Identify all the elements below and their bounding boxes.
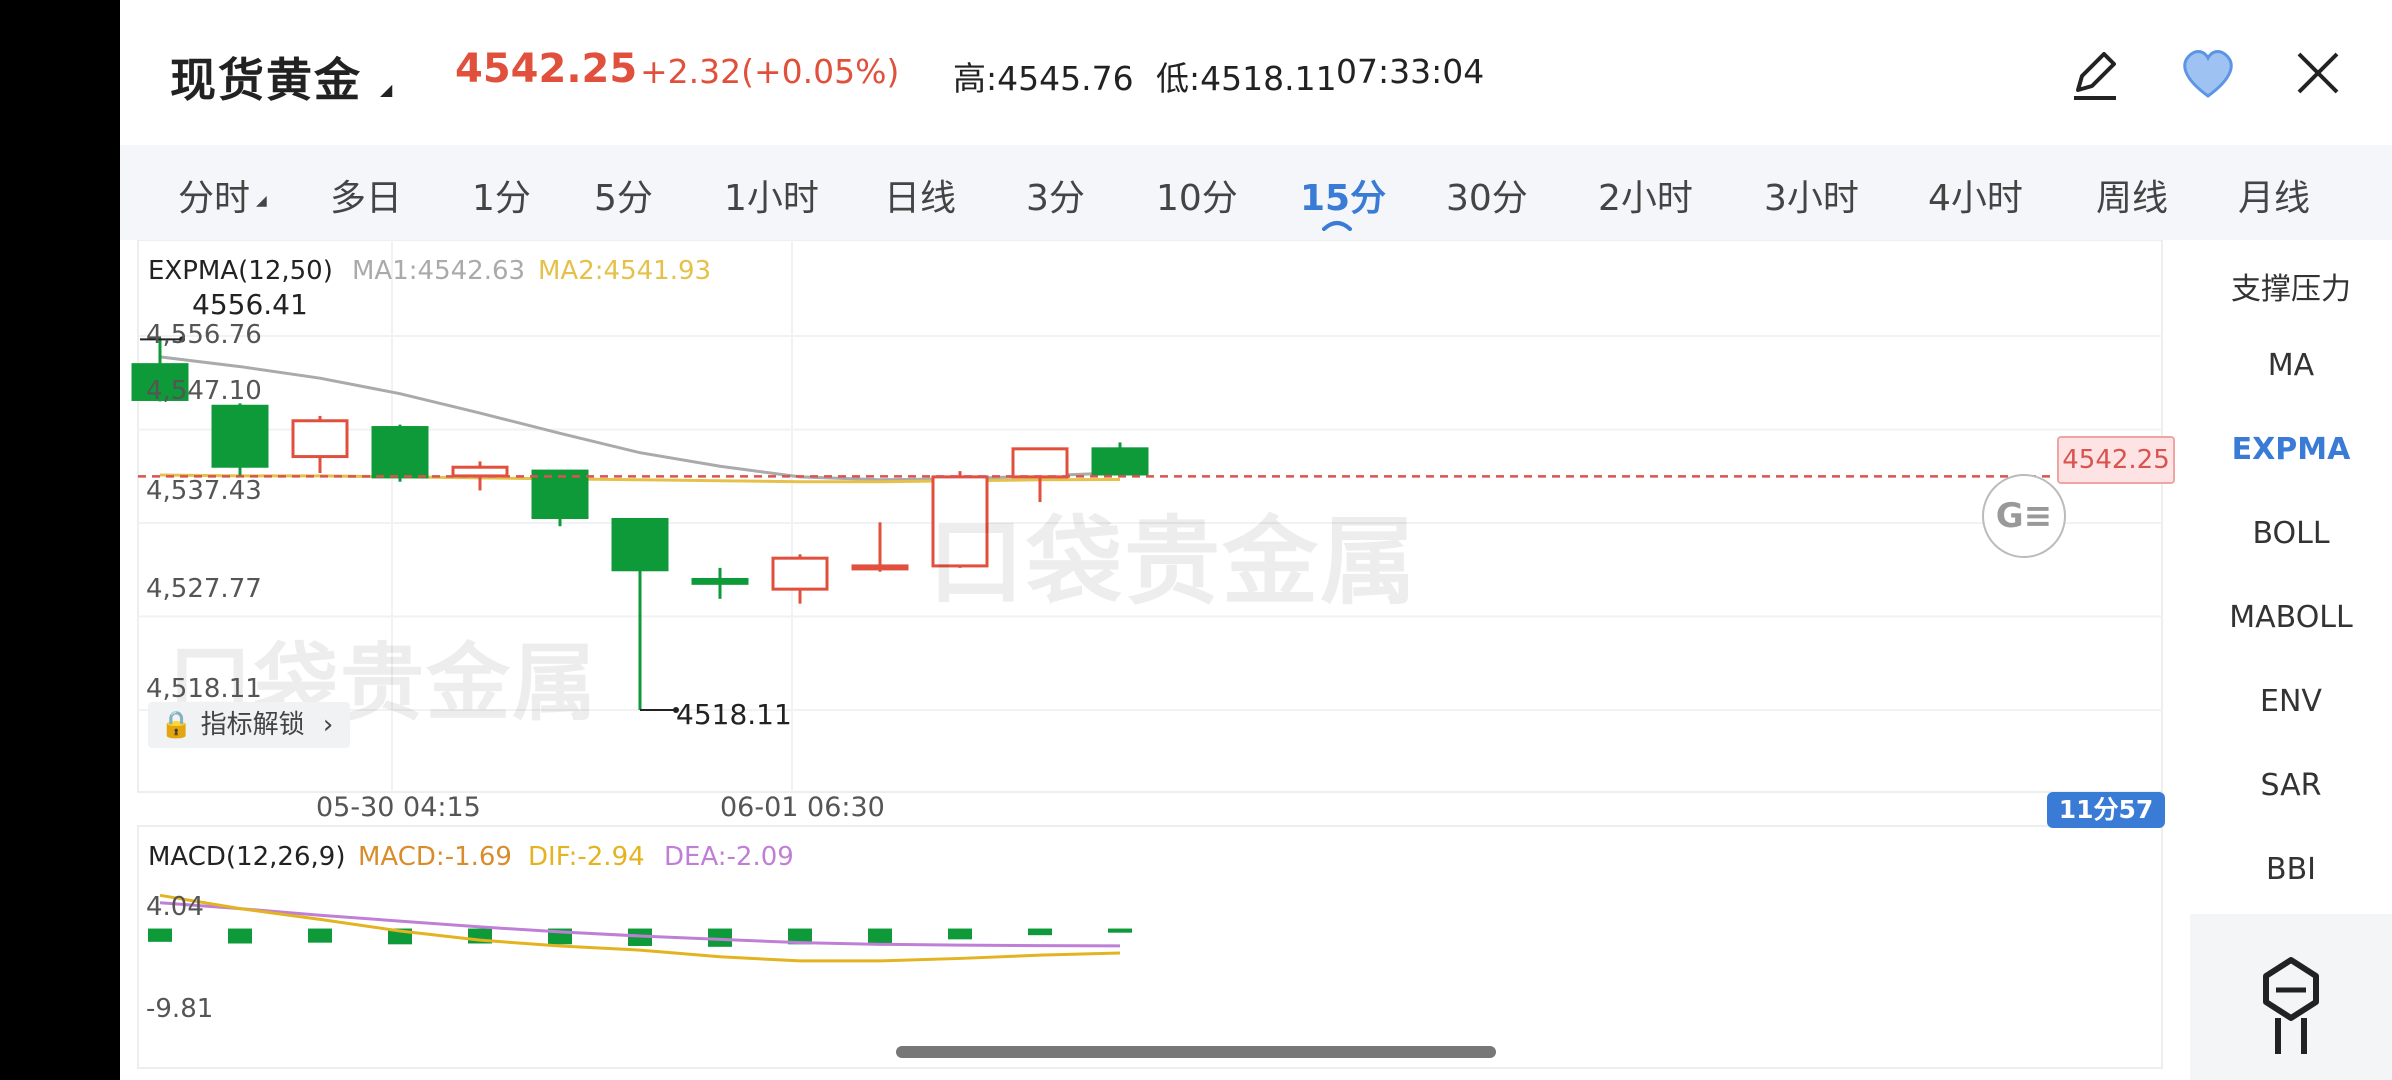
g-logo-icon[interactable]: G≡ [1982,474,2066,558]
candle-body-3 [371,426,429,479]
macd-value: MACD:-1.69 [358,842,512,872]
candle-body-2 [291,419,349,459]
chart-area[interactable]: 口袋贵金属 口袋贵金属 EXPMA(12,50) MA1:4542.63 MA2… [120,240,2180,1080]
instrument-title[interactable]: 现货黄金 [170,44,362,110]
candle-body-4 [451,465,509,478]
tab-3hour[interactable]: 3小时 [1764,169,1859,221]
tab-15min[interactable]: 15分 [1300,169,1386,221]
macd-bar-2 [308,928,332,943]
app-root: 现货黄金 ◢ 4542.25 +2.32(+0.05%) 高:4545.76 低… [120,0,2392,1080]
lock-icon: 🔒 [160,710,193,740]
high-price: 高:4545.76 [953,59,1134,98]
macd-y-label-2: -9.81 [146,994,214,1024]
tab-monthly[interactable]: 月线 [2238,169,2310,221]
candle-body-6 [611,517,669,572]
panel-item-sar[interactable]: SAR [2190,768,2392,803]
macd-bar-12 [1108,928,1132,933]
macd-series [148,893,1132,963]
indicator-panel: 支撑压力 MA EXPMA BOLL MABOLL ENV SAR BBI [2190,240,2392,1080]
macd-bar-9 [868,928,892,944]
quote-header: 现货黄金 ◢ 4542.25 +2.32(+0.05%) 高:4545.76 低… [120,0,2392,145]
heart-icon[interactable] [2173,38,2243,108]
macd-y-label-1: 4.04 [146,892,204,922]
x-label-1: 05-30 04:15 [316,792,481,823]
panel-item-bbi[interactable]: BBI [2190,852,2392,887]
y-label-3: 4,537.43 [146,476,262,506]
low-price: 低:4518.11 [1156,59,1337,98]
current-price-tag: 4542.25 [2057,436,2175,484]
dif-value: DIF:-2.94 [528,842,645,872]
chevron-right-icon: › [322,710,334,740]
y-label-1: 4,556.76 [146,320,262,350]
tab-4hour[interactable]: 4小时 [1928,169,2023,221]
y-label-4: 4,527.77 [146,574,262,604]
tab-duori[interactable]: 多日 [330,169,402,221]
panel-item-expma[interactable]: EXPMA [2190,432,2392,467]
tab-2hour[interactable]: 2小时 [1598,169,1693,221]
home-indicator[interactable] [896,1046,1496,1058]
dif-line [159,893,1121,963]
panel-item-ma[interactable]: MA [2190,348,2392,383]
x-label-2: 06-01 06:30 [720,792,885,823]
watermark-center: 口袋贵金属 [928,506,1418,618]
edit-icon[interactable] [2060,38,2130,108]
expma-label[interactable]: EXPMA(12,50) [148,256,333,286]
macd-bar-0 [148,928,172,942]
y-label-2: 4,547.10 [146,376,262,406]
tab-fenshi[interactable]: 分时 [178,169,250,221]
panel-item-env[interactable]: ENV [2190,684,2392,719]
macd-bar-10 [948,928,972,940]
active-tab-indicator [1322,221,1352,231]
indicator-settings-icon[interactable] [2256,954,2326,1054]
y-label-5: 4,518.11 [146,674,262,704]
dea-value: DEA:-2.09 [664,842,794,872]
tab-10min[interactable]: 10分 [1156,169,1238,221]
candle-body-9 [851,564,909,571]
candle-body-7 [691,577,749,585]
ma2-value: MA2:4541.93 [538,256,712,286]
unlock-label: 指标解锁 [200,710,305,740]
tab-weekly[interactable]: 周线 [2096,169,2168,221]
panel-item-support-resistance[interactable]: 支撑压力 [2190,264,2392,308]
current-price: 4542.25 [455,46,638,92]
panel-item-boll[interactable]: BOLL [2190,516,2392,551]
candle-body-11 [1011,447,1069,479]
high-marker-label: 4556.41 [192,288,308,321]
tab-1min[interactable]: 1分 [472,169,531,221]
candle-body-5 [531,469,589,520]
tab-30min[interactable]: 30分 [1446,169,1528,221]
ma1-value: MA1:4542.63 [352,256,526,286]
candle-body-1 [211,404,269,468]
tab-daily[interactable]: 日线 [884,169,956,221]
indicator-unlock-button[interactable]: 🔒 指标解锁 › [148,702,350,748]
macd-bar-1 [228,928,252,944]
tab-3min[interactable]: 3分 [1026,169,1085,221]
price-change: +2.32(+0.05%) [640,52,900,91]
tab-fenshi-caret-icon: ◢ [256,193,267,209]
tab-5min[interactable]: 5分 [594,169,653,221]
candle-body-8 [771,556,829,591]
close-icon[interactable] [2283,38,2353,108]
macd-bar-11 [1028,928,1052,936]
panel-item-maboll[interactable]: MABOLL [2190,600,2392,635]
ma1-line [159,355,1121,482]
candle-body-12 [1091,447,1149,476]
low-marker-label: 4518.11 [676,698,792,731]
macd-label[interactable]: MACD(12,26,9) [148,842,345,872]
candle-countdown: 11分57秒 [2047,792,2165,860]
quote-time: 07:33:04 [1336,52,1485,91]
instrument-dropdown-caret-icon[interactable]: ◢ [380,80,392,99]
indicator-settings-area[interactable] [2190,914,2392,1080]
tab-1hour[interactable]: 1小时 [724,169,819,221]
period-tabs: 分时 ◢ 多日 1分 5分 1小时 日线 3分 10分 15分 30分 2小时 … [120,145,2392,240]
